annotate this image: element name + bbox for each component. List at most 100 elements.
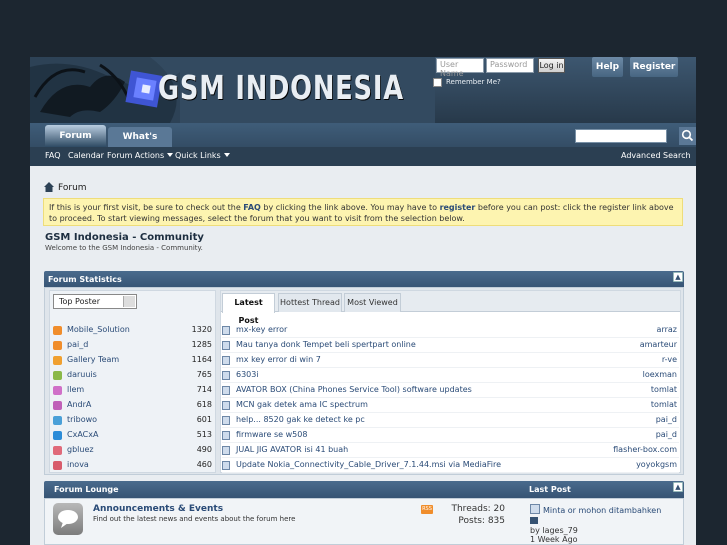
post-author-link[interactable]: arraz <box>657 325 677 334</box>
post-author-link[interactable]: r-ve <box>662 355 677 364</box>
poster-name-link[interactable]: daruuis <box>67 370 97 379</box>
tab-latest-post[interactable]: Latest Post <box>222 293 275 325</box>
post-title-link[interactable]: help... 8520 gak ke detect ke pc <box>236 415 365 424</box>
home-icon[interactable] <box>44 182 54 192</box>
user-icon <box>53 416 62 425</box>
top-poster-row: tribowo 601 <box>52 413 214 428</box>
forum-actions-label: Forum Actions <box>107 151 165 160</box>
register-button[interactable]: Register <box>630 57 678 77</box>
poster-post-count: 714 <box>196 385 212 394</box>
tab-hottest-thread[interactable]: Hottest Thread <box>278 293 342 312</box>
post-title-link[interactable]: JUAL JIG AVATOR isi 41 buah <box>236 445 348 454</box>
post-author-link[interactable]: tomlat <box>651 385 677 394</box>
user-icon <box>53 431 62 440</box>
post-title-link[interactable]: mx-key error <box>236 325 287 334</box>
poster-name-link[interactable]: Mobile_Solution <box>67 325 130 334</box>
poster-post-count: 1164 <box>191 355 212 364</box>
poster-name-link[interactable]: tribowo <box>67 415 97 424</box>
password-input[interactable]: Password <box>486 58 534 73</box>
notice-register-link[interactable]: register <box>440 203 476 212</box>
poster-name-link[interactable]: gbluez <box>67 445 94 454</box>
post-title-link[interactable]: AVATOR BOX (China Phones Service Tool) s… <box>236 385 472 394</box>
breadcrumb: Forum <box>58 183 87 193</box>
post-author-link[interactable]: tomlat <box>651 400 677 409</box>
top-poster-select-value: Top Poster <box>59 297 100 306</box>
site-title: GSM INDONESIA <box>158 68 404 107</box>
post-author-link[interactable]: flasher-box.com <box>613 445 677 454</box>
post-author-link[interactable]: yoyokgsm <box>636 460 677 469</box>
advanced-search-link[interactable]: Advanced Search <box>621 151 691 160</box>
remember-checkbox[interactable] <box>433 78 442 87</box>
post-title-link[interactable]: Mau tanya donk Tempet beli spertpart onl… <box>236 340 416 349</box>
tab-most-viewed[interactable]: Most Viewed <box>344 293 401 312</box>
go-to-post-icon[interactable] <box>530 517 538 524</box>
last-post-link[interactable]: Minta or mohon ditambahken <box>543 506 661 515</box>
collapse-icon[interactable]: ▲ <box>673 482 683 492</box>
last-post-author[interactable]: by lages_79 <box>530 526 578 535</box>
remember-label: Remember Me? <box>446 78 501 86</box>
post-author-link[interactable]: pai_d <box>656 415 677 424</box>
post-author-link[interactable]: amarteur <box>640 340 677 349</box>
poster-name-link[interactable]: llem <box>67 385 84 394</box>
poster-name-link[interactable]: Gallery Team <box>67 355 119 364</box>
post-title-link[interactable]: mx key error di win 7 <box>236 355 321 364</box>
help-button[interactable]: Help <box>592 57 623 77</box>
poster-post-count: 618 <box>196 400 212 409</box>
search-button[interactable] <box>679 127 696 145</box>
top-poster-select[interactable]: Top Poster <box>53 294 137 309</box>
poster-name-link[interactable]: inova <box>67 460 89 469</box>
post-title-link[interactable]: 6303i <box>236 370 259 379</box>
poster-name-link[interactable]: AndrA <box>67 400 91 409</box>
top-poster-row: Mobile_Solution 1320 <box>52 323 214 338</box>
user-icon <box>53 461 62 470</box>
poster-name-link[interactable]: CxACxA <box>67 430 98 439</box>
poster-post-count: 490 <box>196 445 212 454</box>
document-icon <box>222 401 230 410</box>
chevron-down-icon <box>123 296 135 307</box>
top-poster-row: daruuis 765 <box>52 368 214 383</box>
latest-post-row: firmware se w508 pai_d <box>222 428 679 443</box>
document-icon <box>222 446 230 455</box>
user-icon <box>53 401 62 410</box>
last-post-time: 1 Week Ago <box>530 535 578 544</box>
thread-count: Threads: 20 <box>451 504 505 514</box>
subnav-faq[interactable]: FAQ <box>45 151 61 160</box>
document-icon <box>222 461 230 470</box>
document-icon <box>222 386 230 395</box>
subnav-calendar[interactable]: Calendar <box>68 151 104 160</box>
user-icon <box>53 386 62 395</box>
search-input[interactable] <box>575 129 667 143</box>
page-title: GSM Indonesia - Community <box>45 232 204 243</box>
top-poster-row: llem 714 <box>52 383 214 398</box>
subnav-quick-links[interactable]: Quick Links <box>175 151 230 160</box>
user-icon <box>53 356 62 365</box>
chevron-down-icon <box>167 153 174 157</box>
tab-whats-new[interactable]: What's New? <box>108 127 172 162</box>
login-button[interactable]: Log in <box>538 58 565 73</box>
forum-title-link[interactable]: Announcements & Events <box>93 504 223 514</box>
post-title-link[interactable]: firmware se w508 <box>236 430 307 439</box>
document-icon <box>222 341 230 350</box>
poster-post-count: 1320 <box>191 325 212 334</box>
subnav-forum-actions[interactable]: Forum Actions <box>107 151 174 160</box>
rss-icon[interactable]: RSS <box>421 505 433 514</box>
post-author-link[interactable]: loexman <box>643 370 677 379</box>
poster-name-link[interactable]: pai_d <box>67 340 88 349</box>
post-title-link[interactable]: Update Nokia_Connectivity_Cable_Driver_7… <box>236 460 501 469</box>
post-title-link[interactable]: MCN gak detek ama IC spectrum <box>236 400 368 409</box>
latest-post-row: JUAL JIG AVATOR isi 41 buah flasher-box.c… <box>222 443 679 458</box>
poster-post-count: 460 <box>196 460 212 469</box>
post-author-link[interactable]: pai_d <box>656 430 677 439</box>
tab-forum[interactable]: Forum <box>45 125 106 147</box>
collapse-icon[interactable]: ▲ <box>673 272 683 282</box>
top-poster-row: inova 460 <box>52 458 214 473</box>
user-icon <box>53 446 62 455</box>
top-poster-row: pai_d 1285 <box>52 338 214 353</box>
notice-faq-link[interactable]: FAQ <box>243 203 261 212</box>
notice-text-1: If this is your first visit, be sure to … <box>49 203 244 212</box>
page-subtitle: Welcome to the GSM Indonesia - Community… <box>45 244 203 252</box>
username-input[interactable]: User Name <box>436 58 484 78</box>
latest-post-row: 6303i loexman <box>222 368 679 383</box>
poster-post-count: 513 <box>196 430 212 439</box>
poster-post-count: 765 <box>196 370 212 379</box>
